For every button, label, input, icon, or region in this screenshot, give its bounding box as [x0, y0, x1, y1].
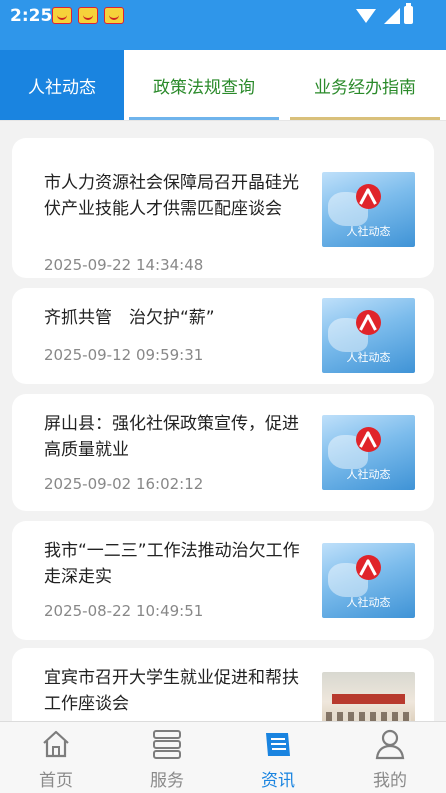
article-title: 我市“一二三”工作法推动治欠工作走深走实 — [44, 541, 300, 587]
thumbnail-caption: 人社动态 — [346, 468, 391, 481]
article-card[interactable]: 宜宾市召开大学生就业促进和帮扶工作座谈会 — [12, 648, 434, 721]
article-date: 2025-09-02 16:02:12 — [44, 475, 204, 493]
article-date: 2025-09-22 14:34:48 — [44, 256, 204, 274]
article-thumbnail: 人社动态 — [322, 172, 415, 247]
nav-profile[interactable]: 我的 — [334, 722, 446, 793]
home-icon — [43, 730, 69, 758]
status-bar: 2:25 — [0, 0, 446, 50]
article-title: 市人力资源社会保障局召开晶硅光伏产业技能人才供需匹配座谈会 — [44, 173, 299, 219]
tab-hr-news[interactable]: 人社动态 — [0, 50, 124, 120]
article-photo — [322, 672, 415, 721]
logo-icon — [356, 184, 381, 209]
thumbnail-caption: 人社动态 — [346, 351, 391, 364]
article-card[interactable]: 市人力资源社会保障局召开晶硅光伏产业技能人才供需匹配座谈会 2025-09-22… — [12, 138, 434, 278]
article-date: 2025-09-12 09:59:31 — [44, 346, 204, 364]
article-thumbnail: 人社动态 — [322, 543, 415, 618]
article-date: 2025-08-22 10:49:51 — [44, 602, 204, 620]
article-card[interactable]: 屏山县：强化社保政策宣传，促进高质量就业 2025-09-02 16:02:12… — [12, 394, 434, 511]
nav-label: 服务 — [150, 771, 184, 791]
notification-icon — [78, 7, 98, 24]
article-card[interactable]: 我市“一二三”工作法推动治欠工作走深走实 2025-08-22 10:49:51… — [12, 521, 434, 640]
thumbnail-caption: 人社动态 — [346, 225, 391, 238]
article-thumbnail: 人社动态 — [322, 415, 415, 490]
wifi-icon — [356, 9, 376, 23]
logo-icon — [356, 310, 381, 335]
notification-icon — [52, 7, 72, 24]
battery-icon — [404, 3, 413, 24]
article-thumbnail: 人社动态 — [322, 298, 415, 373]
nav-news[interactable]: 资讯 — [222, 722, 334, 793]
article-card[interactable]: 齐抓共管 治欠护“薪” 2025-09-12 09:59:31 人社动态 — [12, 288, 434, 384]
signal-icon — [384, 8, 400, 24]
nav-label: 我的 — [373, 771, 407, 791]
logo-icon — [356, 555, 381, 580]
news-icon — [266, 733, 290, 756]
logo-icon — [356, 427, 381, 452]
profile-icon — [375, 729, 405, 760]
status-time: 2:25 — [10, 6, 53, 26]
tab-policy-query[interactable]: 政策法规查询 — [129, 50, 279, 120]
service-icon — [153, 730, 181, 759]
tab-business-guide[interactable]: 业务经办指南 — [290, 50, 440, 120]
article-title: 齐抓共管 治欠护“薪” — [44, 308, 215, 328]
nav-home[interactable]: 首页 — [0, 722, 112, 793]
category-tabs: 人社动态 政策法规查询 业务经办指南 — [0, 50, 446, 121]
article-title: 屏山县：强化社保政策宣传，促进高质量就业 — [44, 414, 299, 460]
meeting-attendees — [326, 712, 411, 721]
meeting-banner — [332, 694, 405, 704]
article-title: 宜宾市召开大学生就业促进和帮扶工作座谈会 — [44, 668, 299, 714]
article-list: 市人力资源社会保障局召开晶硅光伏产业技能人才供需匹配座谈会 2025-09-22… — [0, 122, 446, 721]
nav-label: 首页 — [39, 771, 73, 791]
nav-service[interactable]: 服务 — [111, 722, 223, 793]
notification-icon — [104, 7, 124, 24]
thumbnail-caption: 人社动态 — [346, 596, 391, 609]
bottom-nav: 首页 服务 资讯 我的 — [0, 721, 446, 793]
nav-label: 资讯 — [261, 771, 295, 791]
